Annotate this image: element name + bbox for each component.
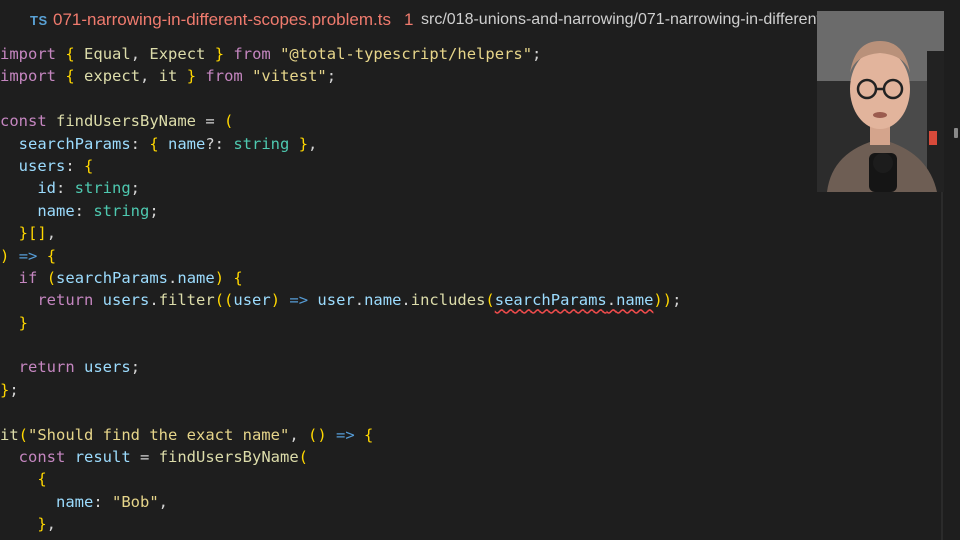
code-line-text: return users.filter((user) => user.name.… [37, 291, 682, 310]
scrollbar-error-marker [954, 128, 958, 138]
code-line-text: { [37, 470, 47, 489]
code-line-text: name: string; [37, 201, 159, 220]
code-line: }, [0, 513, 940, 535]
tab-filename[interactable]: 071-narrowing-in-different-scopes.proble… [53, 10, 391, 30]
code-line: name: string; [0, 200, 940, 222]
code-line: const findUsersByName = ( [0, 110, 940, 132]
code-line: }[], [0, 222, 940, 244]
code-line-text: const result = findUsersByName( [18, 448, 309, 467]
scrollbar-track[interactable] [941, 192, 943, 540]
typescript-file-icon: TS [30, 13, 48, 28]
code-line: id: string; [0, 177, 940, 199]
code-line-text: id: string; [37, 179, 141, 198]
code-line: const result = findUsersByName( [0, 446, 940, 468]
code-line: import { Equal, Expect } from "@total-ty… [0, 43, 940, 65]
code-line-text: searchParams: { name?: string }, [18, 134, 318, 153]
code-line: users: { [0, 155, 940, 177]
code-line-text: import { expect, it } from "vitest"; [0, 67, 337, 86]
webcam-overlay [817, 11, 944, 192]
code-line: it("Should find the exact name", () => { [0, 424, 940, 446]
code-editor[interactable]: import { Equal, Expect } from "@total-ty… [0, 43, 940, 536]
code-line: { [0, 468, 940, 490]
code-line: }; [0, 379, 940, 401]
code-line: name: "Bob", [0, 491, 940, 513]
code-line: if (searchParams.name) { [0, 267, 940, 289]
code-line: ) => { [0, 245, 940, 267]
tab-file-path: src/018-unions-and-narrowing/071-narrowi… [421, 11, 817, 28]
code-line-text: } [18, 313, 29, 332]
code-line-text: return users; [18, 358, 141, 377]
editor-tab-bar: TS 071-narrowing-in-different-scopes.pro… [0, 0, 960, 42]
presenter-video-image [817, 11, 944, 192]
code-line: searchParams: { name?: string }, [0, 133, 940, 155]
code-line-text: it("Should find the exact name", () => { [0, 425, 374, 444]
code-line-text: ) => { [0, 246, 57, 265]
code-line-text: }[], [18, 224, 57, 243]
code-line-text: users: { [18, 156, 94, 175]
code-line-text: if (searchParams.name) { [18, 268, 243, 287]
code-line: return users; [0, 356, 940, 378]
code-line-text: name: "Bob", [56, 492, 169, 511]
code-line: } [0, 312, 940, 334]
code-line-text: }, [37, 515, 57, 534]
code-line: import { expect, it } from "vitest"; [0, 65, 940, 87]
code-line-text: const findUsersByName = ( [0, 112, 234, 131]
code-line-text: }; [0, 380, 19, 399]
code-line-with-error: return users.filter((user) => user.name.… [0, 289, 940, 311]
code-line-text: import { Equal, Expect } from "@total-ty… [0, 45, 542, 63]
problem-count-badge: 1 [404, 10, 414, 29]
